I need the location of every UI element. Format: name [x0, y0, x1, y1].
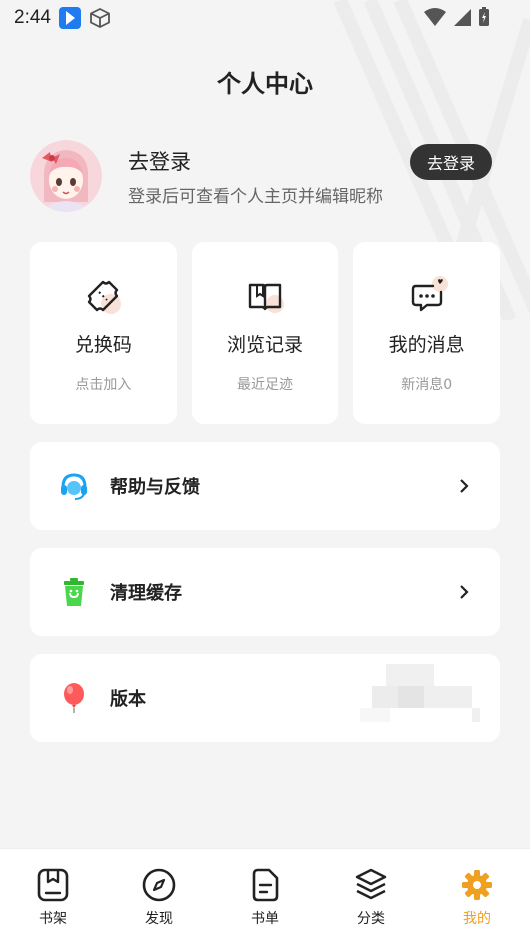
- login-title[interactable]: 去登录: [128, 146, 191, 176]
- bookmark-icon: [37, 868, 69, 902]
- menu-label: 清理缓存: [110, 583, 182, 604]
- menu-help-feedback[interactable]: 帮助与反馈: [30, 442, 500, 530]
- page-title: 个人中心: [217, 70, 313, 98]
- menu-label: 帮助与反馈: [110, 477, 200, 498]
- gear-icon: [462, 870, 492, 900]
- avatar[interactable]: [30, 140, 102, 212]
- tab-label: 分类: [357, 911, 385, 927]
- tab-booklist[interactable]: 书单: [212, 849, 318, 942]
- wifi-icon: [424, 8, 446, 26]
- compass-icon: [142, 868, 176, 902]
- tab-label: 书单: [251, 911, 279, 927]
- message-icon: [411, 276, 448, 312]
- cube-icon: [90, 7, 110, 29]
- quick-actions: 兑换码 点击加入 浏览记录 最近足迹 我的消息 新消息0: [30, 242, 501, 424]
- avatar-illustration: [30, 140, 102, 212]
- card-title: 我的消息: [388, 334, 465, 356]
- ticket-icon: [88, 280, 122, 314]
- battery-icon: [479, 7, 489, 26]
- chevron-right-icon: [460, 479, 469, 493]
- menu-clear-cache[interactable]: 清理缓存: [30, 548, 500, 636]
- card-history[interactable]: 浏览记录 最近足迹: [191, 242, 339, 424]
- card-title: 浏览记录: [227, 334, 304, 356]
- menu-version[interactable]: 版本: [30, 654, 500, 742]
- card-messages[interactable]: 我的消息 新消息0: [353, 242, 501, 424]
- tab-label: 我的: [463, 911, 491, 927]
- headset-icon: [61, 473, 87, 500]
- status-bar: 2:44: [0, 0, 530, 36]
- layers-icon: [355, 868, 387, 900]
- login-button[interactable]: 去登录: [410, 144, 492, 180]
- card-subtitle: 最近足迹: [237, 377, 293, 393]
- list-doc-icon: [252, 868, 279, 902]
- card-subtitle: 点击加入: [75, 377, 132, 393]
- card-title: 兑换码: [74, 334, 132, 356]
- tab-label: 发现: [145, 911, 173, 927]
- book-icon: [248, 283, 284, 313]
- card-subtitle: 新消息0: [401, 377, 453, 393]
- tab-discover[interactable]: 发现: [106, 849, 212, 942]
- chevron-right-icon: [460, 585, 469, 599]
- bottom-tab-bar: 书架 发现 书单 分类 我的: [0, 848, 530, 942]
- status-indicators: [424, 7, 490, 27]
- login-subtitle: 登录后可查看个人主页并编辑昵称: [128, 187, 383, 207]
- tab-mine[interactable]: 我的: [424, 849, 530, 942]
- balloon-icon: [64, 683, 84, 713]
- tab-label: 书架: [39, 911, 67, 927]
- signal-icon: [454, 9, 471, 26]
- version-value-obscured: [360, 664, 480, 722]
- app-notification-icon: [58, 7, 81, 29]
- profile-section: 去登录 登录后可查看个人主页并编辑昵称 去登录: [30, 140, 500, 216]
- tab-category[interactable]: 分类: [318, 849, 424, 942]
- status-time: 2:44: [14, 7, 51, 28]
- tab-bookshelf[interactable]: 书架: [0, 849, 106, 942]
- trash-icon: [64, 578, 84, 606]
- card-redeem-code[interactable]: 兑换码 点击加入: [30, 242, 177, 424]
- menu-label: 版本: [110, 689, 146, 710]
